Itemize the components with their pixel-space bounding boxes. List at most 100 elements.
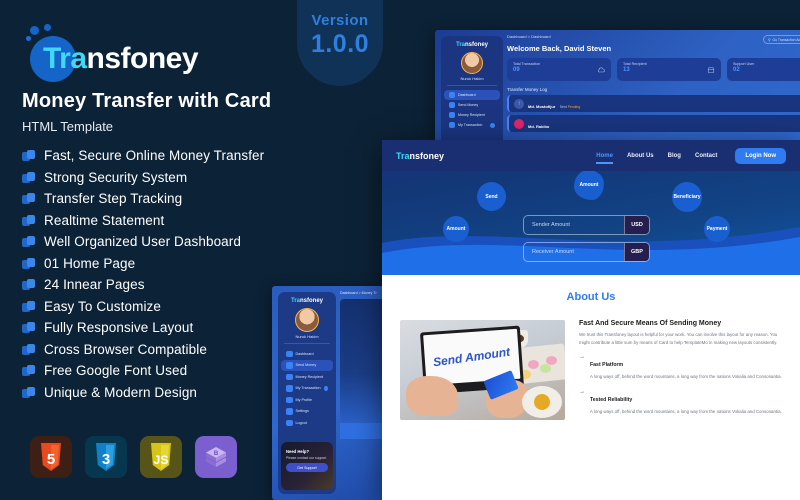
feature-label: Realtime Statement (44, 212, 165, 228)
site-logo[interactable]: Transfoney (396, 151, 444, 161)
send-amount-caption: Send Amount (432, 344, 512, 370)
sidebar-item-send-money[interactable]: Send Money (281, 359, 333, 371)
feature-item: Realtime Statement (22, 213, 400, 228)
stat-value: 02 (733, 67, 740, 73)
version-number: 1.0.0 (310, 30, 370, 58)
sidebar-item-label: Send Money (295, 363, 317, 368)
bubble-amount-top: Amount (574, 170, 604, 200)
feature-label: Strong Security System (44, 169, 188, 185)
sidebar-item-settings[interactable]: Settings (281, 406, 333, 418)
css3-icon: 3 (94, 443, 118, 471)
avatar (461, 52, 483, 74)
nav-menu: Home About Us Blog Contact Login Now (596, 147, 786, 164)
site-logo-highlight: Tra (396, 150, 410, 161)
site-logo-rest: nsfoney (409, 150, 445, 161)
sidebar-item-dashboard[interactable]: Dashboard (281, 348, 333, 360)
macaron-decoration (540, 364, 551, 373)
log-title: Transfer Money Log (507, 87, 548, 92)
help-title: Need Help? (286, 449, 310, 454)
about-paragraph: We trust this Transfoney layout is helpf… (579, 332, 778, 345)
js-badge: JS (140, 436, 182, 478)
bubble-beneficiary: Beneficiary (672, 182, 702, 212)
svg-text:5: 5 (47, 451, 55, 468)
sidebar-item-label: Logout (295, 420, 307, 425)
user-name: Nurok Hakim (460, 76, 484, 81)
bullet-square-icon (22, 193, 35, 204)
dashboard-main: Dashboard > Dashboard Welcome Back, Davi… (507, 34, 800, 150)
about-feature-title: Fast Platform (590, 362, 624, 369)
brand-name: Transfoney (43, 42, 199, 76)
log-row[interactable]: ↑ Md. Mostofijur Sent Pending (507, 95, 800, 112)
hand-decoration (406, 376, 458, 416)
about-feature-title: Tested Reliability (590, 396, 633, 403)
bullet-square-icon (22, 322, 35, 333)
stat-card: Total Recipient 13 (617, 58, 721, 81)
dashboard-sidebar: Transfoney Nurok Hakim Dashboard Send Mo… (441, 36, 503, 148)
about-feature-text: A long ways off, behind the word mountai… (590, 408, 782, 414)
bullet-square-icon (22, 300, 35, 312)
stat-value: 09 (513, 67, 520, 73)
site-navbar: Transfoney Home About Us Blog Contact Lo… (382, 140, 800, 171)
brand-name-rest: nsfoney (86, 42, 199, 75)
receiver-amount-input[interactable]: Receiver Amount (524, 243, 624, 261)
nav-item-contact[interactable]: Contact (695, 153, 717, 159)
dashboard-preview-bottom: Transfoney Nurok Hakim Dashboard Send Mo… (272, 286, 400, 500)
avatar (295, 308, 319, 332)
nav-item-blog[interactable]: Blog (668, 153, 681, 159)
about-text: Fast And Secure Means Of Sending Money W… (579, 320, 782, 420)
sender-currency-select[interactable]: USD (624, 216, 649, 234)
search-placeholder: Go Transaction Add (772, 37, 800, 42)
get-support-button[interactable]: Get Support (286, 463, 328, 473)
about-feature-item: → Fast Platform A long ways off, behind … (579, 353, 782, 380)
sidebar-item-send-money[interactable]: Send Money (444, 100, 500, 110)
log-row[interactable]: Md. Rakibo (507, 115, 800, 132)
nav-item-about-us[interactable]: About Us (627, 153, 654, 159)
sidebar-item-money-recipient[interactable]: Money Recipient (281, 371, 333, 383)
sender-amount-row: Sender Amount USD (523, 215, 650, 235)
calendar-icon (707, 66, 715, 74)
arrow-right-icon: → (579, 388, 585, 395)
bullet-square-icon (22, 279, 35, 290)
feature-label: Unique & Modern Design (44, 384, 198, 400)
sidebar-item-logout[interactable]: Logout (281, 417, 333, 429)
sidebar-item-label: My Transaction (295, 386, 321, 391)
macaron-decoration (546, 356, 557, 365)
css3-badge: 3 (85, 436, 127, 478)
dashboard-brand-rest: nsfoney (465, 42, 489, 48)
bullet-square-icon (22, 386, 35, 398)
dashboard-brand-highlight: Tra (455, 42, 465, 48)
sender-amount-input[interactable]: Sender Amount (524, 216, 624, 234)
promo-subtagline: HTML Template (22, 119, 114, 134)
sidebar-item-dashboard[interactable]: Dashboard (444, 90, 500, 100)
transaction-icon (449, 122, 455, 128)
nav-item-home[interactable]: Home (596, 153, 613, 164)
feature-label: Free Google Font Used (44, 363, 188, 378)
sidebar-item-my-transaction[interactable]: My Transaction (281, 383, 333, 395)
grid-icon (286, 350, 293, 357)
receiver-currency-select[interactable]: GBP (624, 243, 649, 261)
sidebar-item-label: My Transaction (458, 123, 483, 127)
bubble-send: Send (477, 182, 506, 211)
feature-item: Fast, Secure Online Money Transfer (22, 148, 400, 163)
send-icon (286, 362, 293, 369)
search-input[interactable]: ⚲ Go Transaction Add (763, 35, 800, 44)
about-feature-item: → Tested Reliability A long ways off, be… (579, 388, 782, 415)
dashboard-brand: Transfoney (441, 42, 503, 48)
cloud-icon (597, 66, 605, 74)
sidebar-item-my-profile[interactable]: My Profile (281, 394, 333, 406)
sidebar-item-money-recipient[interactable]: Money Recipient (444, 110, 500, 120)
promo-banner: Transfoney Money Transfer with Card HTML… (0, 0, 800, 500)
divider (447, 85, 497, 86)
hero-section: Transfoney Home About Us Blog Contact Lo… (382, 140, 800, 275)
sidebar-item-my-transaction[interactable]: My Transaction (444, 120, 500, 130)
recipient-icon (286, 373, 293, 380)
sidebar-item-label: Dashboard (295, 351, 314, 356)
brand-name-highlight: Tra (43, 42, 87, 75)
arrow-up-icon: ↑ (514, 98, 524, 109)
log-row-name: Md. Rakibo (528, 123, 550, 129)
feature-label: Fast, Secure Online Money Transfer (44, 148, 265, 163)
bullet-square-icon (22, 365, 35, 376)
login-now-button[interactable]: Login Now (735, 147, 786, 164)
feature-item: 01 Home Page (22, 256, 400, 271)
badge-count (323, 385, 328, 391)
